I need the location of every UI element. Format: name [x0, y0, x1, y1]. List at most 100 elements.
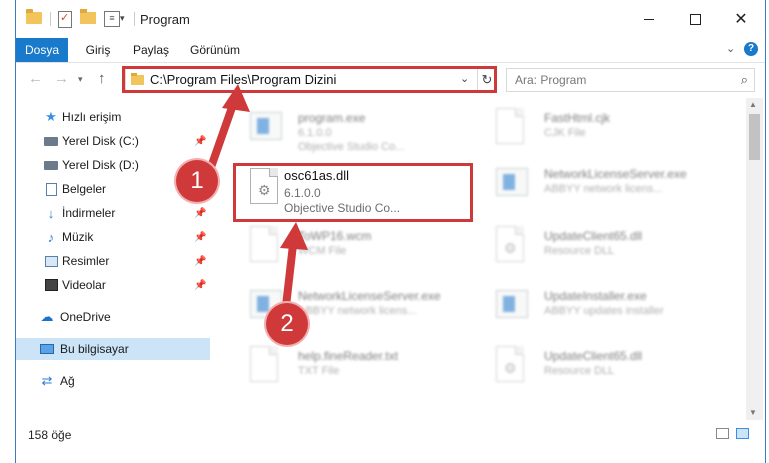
pin-icon: 📌 — [194, 135, 207, 147]
file-item[interactable]: program.exe 6.1.0.0 Objective Studio Co.… — [234, 104, 466, 156]
nav-item-this-pc[interactable]: Bu bilgisayar — [16, 338, 210, 360]
search-placeholder: Ara: Program — [515, 73, 587, 87]
videos-icon — [44, 278, 58, 292]
file-list: program.exe 6.1.0.0 Objective Studio Co.… — [218, 98, 746, 420]
new-folder-icon[interactable] — [80, 9, 96, 24]
recent-locations-dropdown-icon[interactable]: ▾ — [78, 74, 83, 85]
nav-item-music[interactable]: ♪ Müzik 📌 — [16, 226, 210, 248]
file-item[interactable]: ⚙ UpdateClient65.dll Resource DLL — [480, 342, 712, 394]
nav-item-local-disk-c[interactable]: Yerel Disk (C:) 📌 — [16, 130, 210, 152]
help-icon[interactable]: ? — [744, 42, 758, 56]
file-name: program.exe — [298, 111, 366, 125]
star-icon: ★ — [45, 109, 57, 124]
file-item[interactable]: help.fineReader.txt TXT File — [234, 342, 466, 394]
nav-item-label: Belgeler — [62, 182, 107, 196]
application-icon — [496, 164, 528, 202]
file-detail: Resource DLL — [544, 245, 615, 257]
scroll-up-icon[interactable]: ▲ — [749, 100, 757, 109]
tab-paylas[interactable]: Paylaş — [128, 38, 174, 62]
minimize-icon — [644, 18, 654, 20]
minimize-button[interactable] — [626, 0, 672, 38]
forward-arrow-icon[interactable]: → — [54, 70, 69, 87]
file-item[interactable]: ToWP16.wcm WCM File — [234, 222, 466, 274]
file-item[interactable]: UpdateInstaller.exe ABBYY updates instal… — [480, 282, 712, 334]
vertical-scrollbar[interactable]: ▲ ▼ — [746, 98, 763, 420]
annotation-marker-1: 1 — [176, 160, 218, 202]
scroll-down-icon[interactable]: ▼ — [749, 408, 757, 417]
nav-item-onedrive[interactable]: ☁ OneDrive — [16, 306, 210, 328]
file-detail: TXT File — [298, 365, 340, 377]
maximize-button[interactable] — [672, 0, 718, 38]
address-path[interactable]: C:\Program Files\Program Dizini — [150, 72, 336, 87]
ribbon-tabs: Dosya Giriş Paylaş Görünüm ⌄ ? — [16, 38, 765, 63]
properties-icon[interactable] — [58, 11, 72, 28]
nav-item-quick-access[interactable]: ★ Hızlı erişim — [16, 106, 210, 128]
navigation-pane: ★ Hızlı erişim Yerel Disk (C:) 📌 Yerel D… — [16, 98, 210, 420]
file-name: NetworkLicenseServer.exe — [544, 167, 687, 181]
document-icon — [250, 226, 280, 264]
pin-icon: 📌 — [194, 207, 207, 219]
file-item[interactable]: NetworkLicenseServer.exe ABBYY network l… — [480, 160, 712, 212]
file-detail: ABBYY updates installer — [544, 305, 664, 317]
dll-file-icon: ⚙ — [496, 346, 526, 384]
file-item[interactable]: FastHtml.cjk CJK File — [480, 104, 712, 156]
chevron-down-icon[interactable]: ⌄ — [460, 72, 469, 85]
nav-item-label: Müzik — [62, 230, 94, 244]
item-count: 158 öğe — [28, 428, 72, 442]
file-detail: WCM File — [298, 245, 347, 257]
file-name: NetworkLicenseServer.exe — [298, 289, 441, 303]
customize-icon[interactable]: ≡ — [104, 11, 120, 27]
status-bar: 158 öğe — [16, 422, 765, 446]
address-bar[interactable]: C:\Program Files\Program Dizini ⌄ ↻ — [125, 68, 496, 92]
onedrive-icon: ☁ — [40, 309, 54, 324]
network-icon: ⇄ — [41, 373, 53, 388]
up-arrow-icon[interactable]: ↑ — [98, 70, 106, 87]
search-input[interactable]: Ara: Program ⌕ — [506, 68, 755, 92]
file-name: help.fineReader.txt — [298, 349, 399, 363]
file-detail: CJK File — [544, 127, 586, 139]
expand-ribbon-icon[interactable]: ⌄ — [726, 42, 735, 55]
nav-item-pictures[interactable]: Resimler 📌 — [16, 250, 210, 272]
close-button[interactable]: ✕ — [718, 0, 764, 38]
folder-icon — [131, 73, 144, 85]
file-explorer-window: ≡ ▾ Program ✕ Dosya Giriş Paylaş Görünüm… — [0, 0, 769, 463]
back-arrow-icon[interactable]: ← — [28, 70, 43, 87]
downloads-icon: ↓ — [47, 205, 55, 221]
navigation-bar: ← → ▾ ↑ C:\Program Files\Program Dizini … — [16, 63, 765, 97]
search-icon[interactable]: ⌕ — [741, 72, 748, 88]
file-name: UpdateInstaller.exe — [544, 289, 647, 303]
file-detail: ABBYY network licens... — [544, 183, 663, 195]
file-version: 6.1.0.0 — [284, 186, 321, 200]
divider — [134, 12, 135, 26]
tab-dosya[interactable]: Dosya — [16, 38, 68, 62]
disk-icon — [44, 158, 58, 172]
file-name: UpdateClient65.dll — [544, 229, 643, 243]
nav-item-network[interactable]: ⇄ Ağ — [16, 370, 210, 392]
nav-item-label: Hızlı erişim — [62, 110, 122, 124]
details-view-icon[interactable] — [716, 428, 729, 439]
file-name: ToWP16.wcm — [298, 229, 372, 243]
refresh-icon[interactable]: ↻ — [477, 69, 496, 91]
window-title: Program — [140, 12, 190, 27]
large-icons-view-icon[interactable] — [736, 428, 749, 439]
file-item-osc61as-dll[interactable]: ⚙ osc61as.dll 6.1.0.0 Objective Studio C… — [234, 164, 466, 216]
file-detail: ABBYY network licens... — [298, 305, 417, 317]
nav-item-videos[interactable]: Videolar 📌 — [16, 274, 210, 296]
nav-item-label: Videolar — [62, 278, 106, 292]
document-icon — [250, 346, 280, 384]
file-detail: 6.1.0.0 — [298, 127, 332, 139]
maximize-icon — [689, 13, 701, 25]
documents-icon — [44, 182, 58, 196]
quick-access-dropdown-icon[interactable]: ▾ — [120, 13, 125, 24]
tab-gorunum[interactable]: Görünüm — [184, 38, 246, 62]
tab-giris[interactable]: Giriş — [78, 38, 118, 62]
application-icon — [250, 108, 282, 146]
file-item[interactable]: ⚙ UpdateClient65.dll Resource DLL — [480, 222, 712, 274]
nav-item-label: Yerel Disk (C:) — [62, 134, 139, 148]
scroll-thumb[interactable] — [749, 114, 760, 160]
nav-item-label: Ağ — [60, 374, 75, 388]
dll-file-icon: ⚙ — [250, 168, 280, 206]
music-icon: ♪ — [47, 229, 55, 245]
file-name: osc61as.dll — [284, 168, 350, 183]
nav-item-downloads[interactable]: ↓ İndirmeler 📌 — [16, 202, 210, 224]
